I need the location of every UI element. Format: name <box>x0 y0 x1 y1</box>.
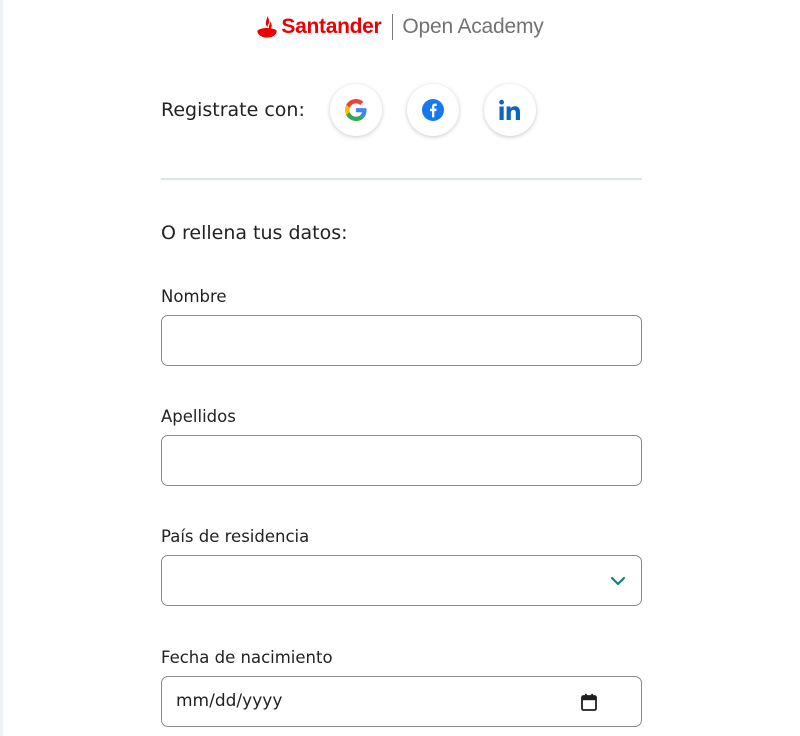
google-icon <box>344 99 367 121</box>
calendar-icon[interactable] <box>581 693 597 711</box>
apellidos-field-box <box>161 435 642 486</box>
fecha-placeholder: mm/dd/yyyy <box>176 691 283 711</box>
apellidos-label: Apellidos <box>161 407 236 426</box>
logo-separator <box>392 14 394 40</box>
santander-flame-icon <box>257 16 278 38</box>
left-edge-rule <box>0 0 3 736</box>
section-divider <box>161 178 642 180</box>
manual-form-title: O rellena tus datos: <box>161 222 348 244</box>
linkedin-signup-button[interactable] <box>483 84 536 136</box>
brand-name: Santander <box>281 15 382 38</box>
product-name: Open Academy <box>402 15 544 38</box>
facebook-icon <box>421 99 444 121</box>
page-header: Santander Open Academy <box>0 10 800 44</box>
social-signup-row: Registrate con: <box>161 82 641 138</box>
apellidos-input[interactable] <box>162 436 641 485</box>
google-signup-button[interactable] <box>329 84 382 136</box>
fecha-date-input[interactable]: mm/dd/yyyy <box>161 676 642 727</box>
nombre-field-box <box>161 315 642 366</box>
nombre-label: Nombre <box>161 287 227 306</box>
fecha-label: Fecha de nacimiento <box>161 648 333 667</box>
santander-open-academy-logo[interactable]: Santander Open Academy <box>256 10 544 44</box>
pais-label: País de residencia <box>161 527 310 546</box>
pais-select[interactable] <box>161 555 642 606</box>
social-signup-label: Registrate con: <box>161 99 305 121</box>
nombre-input[interactable] <box>162 316 641 365</box>
linkedin-icon <box>499 99 520 120</box>
chevron-down-icon <box>610 576 626 586</box>
facebook-signup-button[interactable] <box>406 84 459 136</box>
